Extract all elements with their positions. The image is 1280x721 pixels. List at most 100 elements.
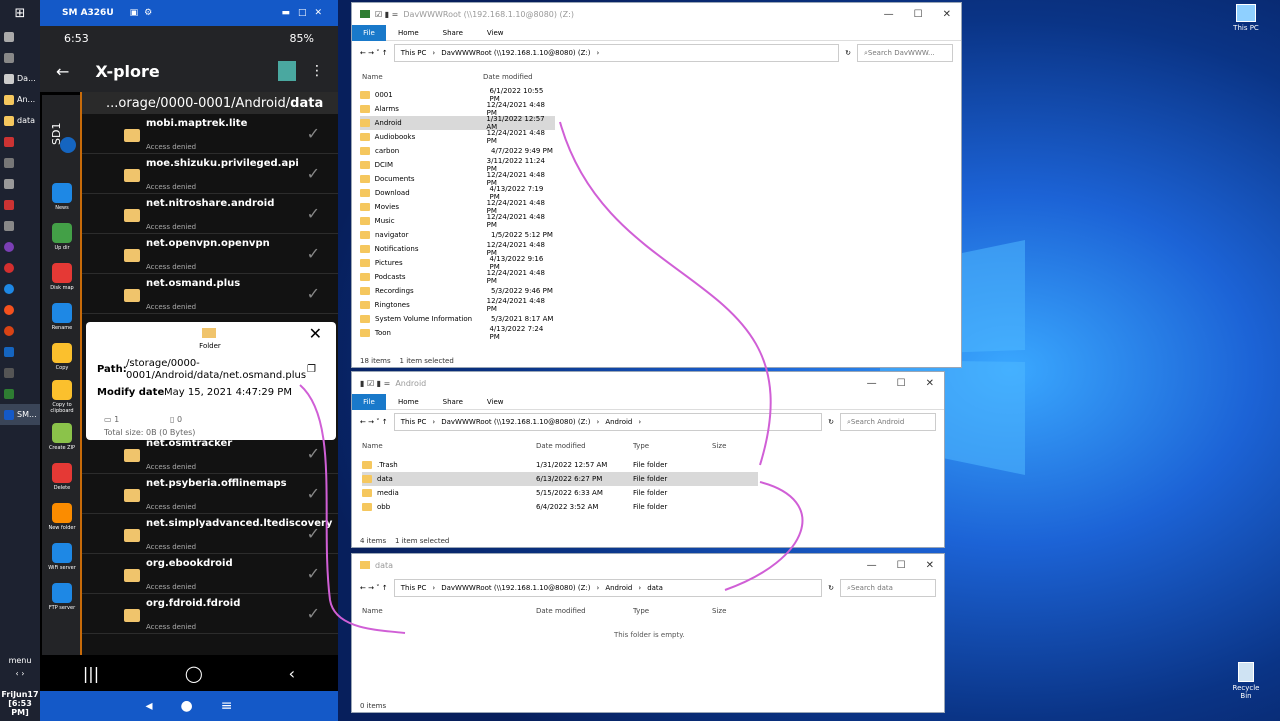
crumb[interactable]: DavWWWRoot (\\192.168.1.10@8080) (Z:) [441,584,590,592]
crumb[interactable]: This PC [401,584,427,592]
crumb[interactable]: DavWWWRoot (\\192.168.1.10@8080) (Z:) [441,49,590,57]
table-row[interactable]: .Trash 1/31/2022 12:57 AM File folder [362,458,758,472]
taskbar-app[interactable] [0,173,40,194]
crumb[interactable]: Android [605,418,632,426]
taskbar-app[interactable] [0,362,40,383]
check-icon[interactable]: ✓ [307,444,320,463]
tool-wifi-server[interactable]: WiFi server [42,537,82,577]
list-item[interactable]: org.ebookdroid Access denied ✓ [82,554,338,594]
list-item[interactable]: net.psyberia.offlinemaps Access denied ✓ [82,474,338,514]
table-row[interactable]: obb 6/4/2022 3:52 AM File folder [362,500,758,514]
table-row[interactable]: data 6/13/2022 6:27 PM File folder [362,472,758,486]
home-button[interactable]: ◯ [185,664,203,683]
more-menu-icon[interactable]: ⋮ [310,63,324,79]
table-row[interactable]: Podcasts 12/24/2021 4:48 PM [360,269,555,285]
list-item[interactable]: net.simplyadvanced.ltediscovery Access de… [82,514,338,554]
this-pc-desktop-icon[interactable]: This PC [1228,4,1264,32]
taskbar-app[interactable] [0,236,40,257]
list-item[interactable]: net.nitroshare.android Access denied ✓ [82,194,338,234]
column-name[interactable]: Name [362,73,383,81]
tool-rename[interactable]: Rename [42,297,82,337]
mirror-back-icon[interactable]: ◂ [146,698,153,714]
address-bar[interactable]: This PC › DavWWWRoot (\\192.168.1.10@8080… [393,579,823,597]
tab-file[interactable]: File [352,393,386,410]
check-icon[interactable]: ✓ [307,484,320,503]
tool-up-dir[interactable]: Up dir [42,217,82,257]
table-row[interactable]: media 5/15/2022 6:33 AM File folder [362,486,758,500]
camera-icon[interactable]: ▣ [130,8,139,18]
tool-new-folder[interactable]: New folder [42,497,82,537]
table-row[interactable]: Ringtones 12/24/2021 4:48 PM [360,297,555,313]
taskbar-app[interactable] [0,299,40,320]
mirror-menu-icon[interactable]: ≡ [221,698,233,714]
table-row[interactable]: Movies 12/24/2021 4:48 PM [360,199,555,215]
taskbar-app[interactable] [0,341,40,362]
table-row[interactable]: Android 1/31/2022 12:57 AM [360,115,555,131]
taskbar-app[interactable] [0,320,40,341]
list-item[interactable]: net.osmtracker Access denied ✓ [82,434,338,474]
list-item[interactable]: mobi.maptrek.lite Access denied ✓ [82,114,338,154]
tab-file[interactable]: File [352,24,386,41]
taskbar-app[interactable] [0,152,40,173]
crumb[interactable]: DavWWWRoot (\\192.168.1.10@8080) (Z:) [441,418,590,426]
tool-create-zip[interactable]: Create ZIP [42,417,82,457]
list-item[interactable]: net.openvpn.openvpn Access denied ✓ [82,234,338,274]
taskbar-app[interactable] [0,47,40,68]
close-icon[interactable]: ✕ [309,324,322,343]
table-row[interactable]: Pictures 4/13/2022 9:16 PM [360,255,555,271]
window-controls[interactable]: — ☐ ✕ [867,378,944,389]
path-bar[interactable]: ...orage/0000-0001/Android/data [82,92,338,114]
refresh-icon[interactable]: ↻ [845,49,851,57]
table-row[interactable]: Download 4/13/2022 7:19 PM [360,185,555,201]
table-row[interactable]: Toon 4/13/2022 7:24 PM [360,325,555,341]
check-icon[interactable]: ✓ [307,564,320,583]
check-icon[interactable]: ✓ [307,164,320,183]
crumb[interactable]: This PC [401,418,427,426]
table-row[interactable]: navigator 1/5/2022 5:12 PM [360,228,555,242]
tab-view[interactable]: View [475,398,516,406]
taskbar-app[interactable] [0,383,40,404]
taskbar-window-dav[interactable]: Da... [0,68,40,89]
taskbar-app[interactable] [0,26,40,47]
nav-arrows-icon[interactable]: ← → ˅ ↑ [360,418,388,426]
crumb[interactable]: Android [605,584,632,592]
check-icon[interactable]: ✓ [307,604,320,623]
list-item[interactable]: net.osmand.plus Access denied ✓ [82,274,338,314]
nav-arrows-icon[interactable]: ← → ˅ ↑ [360,584,388,592]
back-button[interactable]: ‹ [289,664,295,683]
back-arrow-icon[interactable]: ← [56,62,69,81]
table-row[interactable]: Music 12/24/2021 4:48 PM [360,213,555,229]
column-date[interactable]: Date modified [536,442,586,450]
mirror-home-icon[interactable]: ● [181,698,193,714]
tool-delete[interactable]: Delete [42,457,82,497]
recycle-bin-desktop-icon[interactable]: Recycle Bin [1226,662,1266,700]
tab-share[interactable]: Share [431,29,475,37]
taskbar-window-data[interactable]: data [0,110,40,131]
refresh-icon[interactable]: ↻ [828,584,834,592]
taskbar-app[interactable] [0,278,40,299]
tab-share[interactable]: Share [431,398,475,406]
window-controls[interactable]: — ☐ ✕ [884,9,961,20]
crumb[interactable]: data [647,584,663,592]
tray-menu[interactable]: menu [0,656,40,665]
column-size[interactable]: Size [712,607,726,615]
crumb[interactable]: This PC [401,49,427,57]
taskbar-app[interactable] [0,215,40,236]
start-button[interactable]: ⊞ [0,0,40,26]
tool-news[interactable]: News [42,177,82,217]
table-row[interactable]: carbon 4/7/2022 9:49 PM [360,144,555,158]
tray-chevron-icon[interactable]: ‹ › [0,669,40,678]
taskbar-app[interactable] [0,194,40,215]
address-bar[interactable]: This PC › DavWWWRoot (\\192.168.1.10@8080… [393,44,840,62]
list-item[interactable]: moe.shizuku.privileged.api Access denied ✓ [82,154,338,194]
table-row[interactable]: System Volume Information 5/3/2021 8:17 A… [360,312,555,326]
tool-copy-to-clipboard[interactable]: Copy to clipboard [42,377,82,417]
taskbar-window-phone[interactable]: SM... [0,404,40,425]
taskbar-window-android[interactable]: An... [0,89,40,110]
table-row[interactable]: Documents 12/24/2021 4:48 PM [360,171,555,187]
check-icon[interactable]: ✓ [307,204,320,223]
taskbar-app[interactable] [0,257,40,278]
folder-tab[interactable]: Folder [182,322,238,354]
table-row[interactable]: Notifications 12/24/2021 4:48 PM [360,241,555,257]
table-row[interactable]: DCIM 3/11/2022 11:24 PM [360,157,555,173]
